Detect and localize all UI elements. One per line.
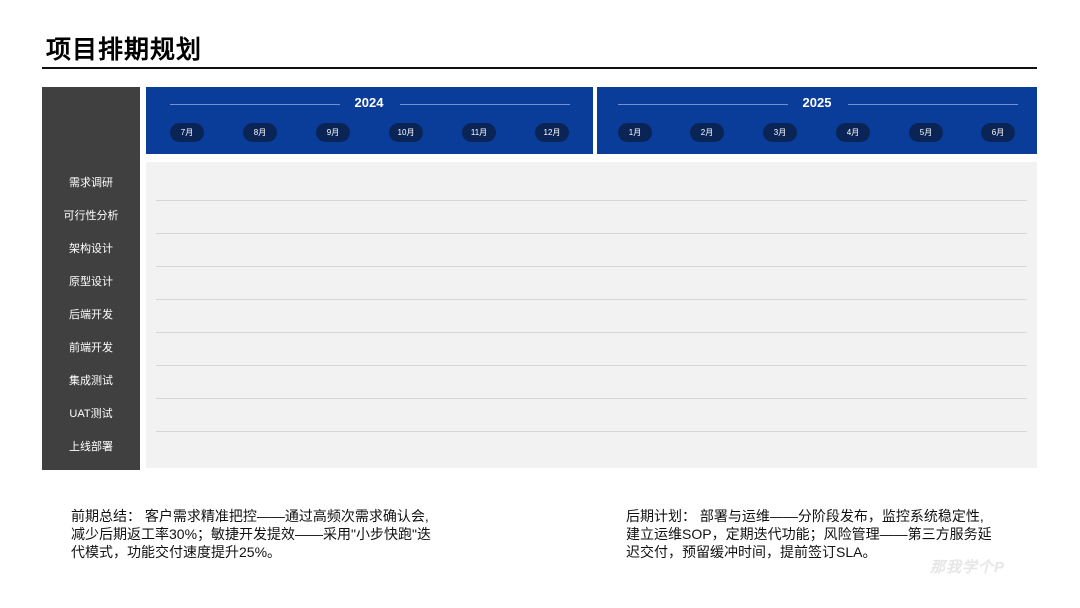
month-pill: 6月 xyxy=(981,123,1015,142)
month-pill: 2月 xyxy=(690,123,724,142)
note-line: 减少后期返工率30%；敏捷开发提效——采用"小步快跑"迭 xyxy=(71,526,431,542)
month-pill: 1月 xyxy=(618,123,652,142)
month-pill: 4月 xyxy=(836,123,870,142)
year-header-2024: 2024 7月 8月 9月 10月 11月 12月 xyxy=(146,87,593,154)
row-divider xyxy=(156,365,1027,366)
year-label: 2025 xyxy=(802,95,832,110)
row-divider xyxy=(156,431,1027,432)
month-pill: 10月 xyxy=(389,123,423,142)
year-rule xyxy=(848,104,1018,105)
task-label: 需求调研 xyxy=(69,177,113,189)
later-plan-note: 后期计划： 部署与运维——分阶段发布，监控系统稳定性, 建立运维SOP，定期迭代… xyxy=(626,507,992,561)
year-rule xyxy=(400,104,570,105)
month-pill: 12月 xyxy=(535,123,569,142)
early-summary-note: 前期总结： 客户需求精准把控——通过高频次需求确认会, 减少后期返工率30%；敏… xyxy=(71,507,431,561)
row-divider xyxy=(156,233,1027,234)
task-label: UAT测试 xyxy=(69,408,113,420)
row-divider xyxy=(156,299,1027,300)
note-line: 后期计划： 部署与运维——分阶段发布，监控系统稳定性, xyxy=(626,508,984,524)
month-pill: 8月 xyxy=(243,123,277,142)
month-pill: 5月 xyxy=(909,123,943,142)
schedule-grid xyxy=(146,162,1037,468)
task-label: 原型设计 xyxy=(69,276,113,288)
note-line: 建立运维SOP，定期迭代功能；风险管理——第三方服务延 xyxy=(626,526,992,542)
task-label: 上线部署 xyxy=(69,441,113,453)
row-divider xyxy=(156,398,1027,399)
note-line: 前期总结： 客户需求精准把控——通过高频次需求确认会, xyxy=(71,508,429,524)
month-pill: 7月 xyxy=(170,123,204,142)
month-pill: 11月 xyxy=(462,123,496,142)
task-label: 前端开发 xyxy=(69,342,113,354)
row-divider xyxy=(156,332,1027,333)
task-label: 架构设计 xyxy=(69,243,113,255)
year-rule xyxy=(170,104,340,105)
watermark: 那我学个P xyxy=(930,559,1006,576)
note-line: 代模式，功能交付速度提升25%。 xyxy=(71,544,282,560)
year-header-2025: 2025 1月 2月 3月 4月 5月 6月 xyxy=(597,87,1037,154)
month-pill: 3月 xyxy=(763,123,797,142)
year-label: 2024 xyxy=(354,95,384,110)
title-divider xyxy=(42,67,1037,69)
row-divider xyxy=(156,266,1027,267)
task-label: 集成测试 xyxy=(69,375,113,387)
year-rule xyxy=(618,104,788,105)
task-sidebar: 需求调研 可行性分析 架构设计 原型设计 后端开发 前端开发 集成测试 UAT测… xyxy=(42,87,140,470)
task-label: 可行性分析 xyxy=(63,210,119,222)
month-pill: 9月 xyxy=(316,123,350,142)
task-label: 后端开发 xyxy=(69,309,113,321)
row-divider xyxy=(156,200,1027,201)
page-title: 项目排期规划 xyxy=(46,36,203,64)
